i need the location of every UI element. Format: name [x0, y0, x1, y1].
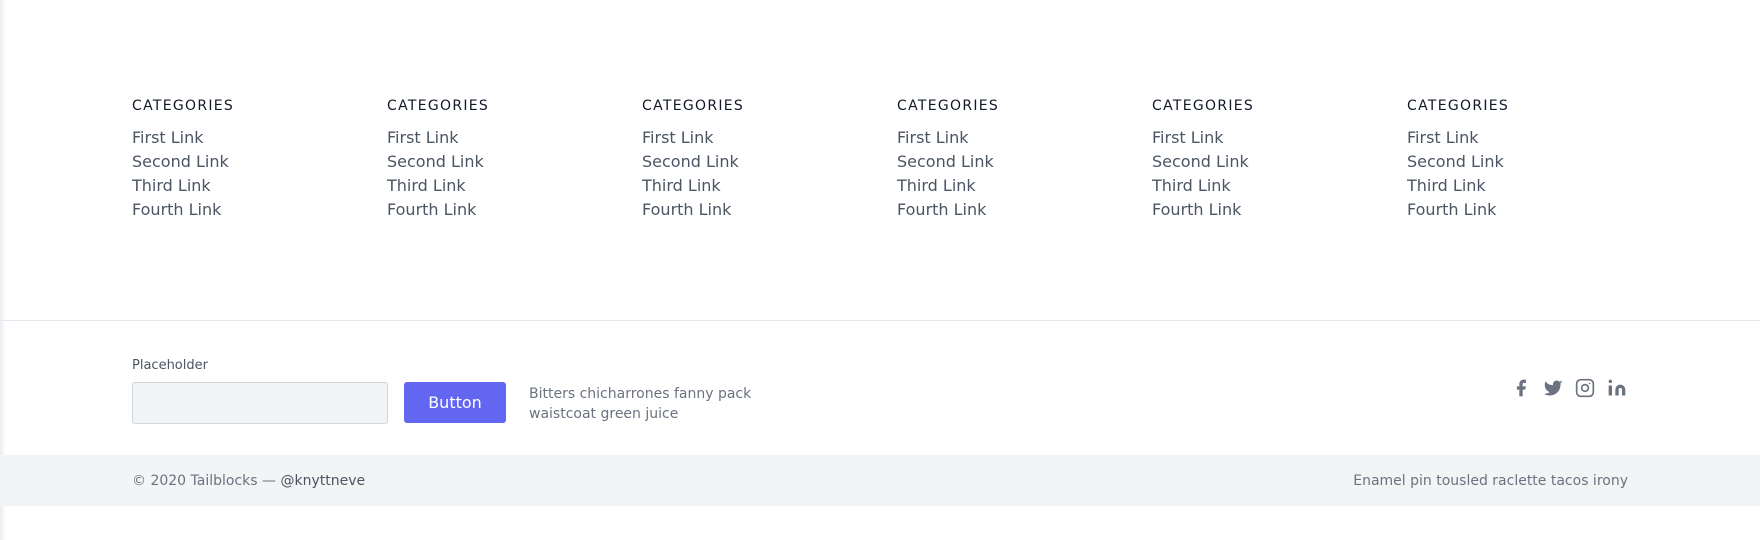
- category-link[interactable]: Third Link: [1152, 174, 1407, 198]
- category-link[interactable]: Third Link: [387, 174, 642, 198]
- footer-tagline: Enamel pin tousled raclette tacos irony: [1353, 473, 1628, 489]
- category-link[interactable]: First Link: [642, 126, 897, 150]
- category-link[interactable]: First Link: [897, 126, 1152, 150]
- link-columns: CATEGORIES First Link Second Link Third …: [132, 98, 1662, 222]
- subscribe-label: Placeholder: [132, 358, 208, 373]
- category-link[interactable]: Second Link: [132, 150, 387, 174]
- category-heading: CATEGORIES: [1407, 98, 1510, 114]
- subscribe-note: Bitters chicharrones fanny pack waistcoa…: [529, 386, 752, 422]
- category-heading: CATEGORIES: [642, 98, 745, 114]
- subscribe-button[interactable]: Button: [404, 382, 506, 423]
- linkedin-icon[interactable]: [1607, 378, 1627, 398]
- author-handle-link[interactable]: @knyttneve: [280, 473, 365, 489]
- category-column: CATEGORIES First Link Second Link Third …: [897, 98, 1152, 222]
- category-heading: CATEGORIES: [1152, 98, 1255, 114]
- category-column: CATEGORIES First Link Second Link Third …: [1152, 98, 1407, 222]
- category-link[interactable]: First Link: [132, 126, 387, 150]
- category-heading: CATEGORIES: [132, 98, 235, 114]
- category-link[interactable]: Second Link: [387, 150, 642, 174]
- category-link[interactable]: Fourth Link: [1152, 198, 1407, 222]
- category-link[interactable]: Third Link: [642, 174, 897, 198]
- social-links: [1511, 378, 1639, 398]
- section-divider: [0, 320, 1760, 321]
- copyright-text: © 2020 Tailblocks —: [132, 473, 281, 489]
- category-column: CATEGORIES First Link Second Link Third …: [387, 98, 642, 222]
- category-column: CATEGORIES First Link Second Link Third …: [642, 98, 897, 222]
- category-link[interactable]: Second Link: [1407, 150, 1662, 174]
- category-link[interactable]: Third Link: [1407, 174, 1662, 198]
- category-link[interactable]: First Link: [387, 126, 642, 150]
- category-link[interactable]: Third Link: [897, 174, 1152, 198]
- category-link[interactable]: Fourth Link: [387, 198, 642, 222]
- instagram-icon[interactable]: [1575, 378, 1595, 398]
- category-link[interactable]: Fourth Link: [897, 198, 1152, 222]
- category-link[interactable]: Fourth Link: [132, 198, 387, 222]
- bottom-bar: © 2020 Tailblocks — @knyttneve Enamel pi…: [0, 455, 1760, 506]
- category-column: CATEGORIES First Link Second Link Third …: [132, 98, 387, 222]
- category-heading: CATEGORIES: [897, 98, 1000, 114]
- facebook-icon[interactable]: [1511, 378, 1531, 398]
- category-link[interactable]: Fourth Link: [1407, 198, 1662, 222]
- category-link[interactable]: Second Link: [1152, 150, 1407, 174]
- category-link[interactable]: Fourth Link: [642, 198, 897, 222]
- subscribe-input[interactable]: [132, 382, 388, 424]
- category-link[interactable]: Second Link: [642, 150, 897, 174]
- category-link[interactable]: First Link: [1407, 126, 1662, 150]
- twitter-icon[interactable]: [1543, 378, 1563, 398]
- category-link[interactable]: Second Link: [897, 150, 1152, 174]
- copyright: © 2020 Tailblocks — @knyttneve: [132, 472, 365, 490]
- category-link[interactable]: Third Link: [132, 174, 387, 198]
- category-heading: CATEGORIES: [387, 98, 490, 114]
- subscribe-form: Placeholder Button Bitters chicharrones …: [132, 358, 751, 424]
- category-column: CATEGORIES First Link Second Link Third …: [1407, 98, 1662, 222]
- category-link[interactable]: First Link: [1152, 126, 1407, 150]
